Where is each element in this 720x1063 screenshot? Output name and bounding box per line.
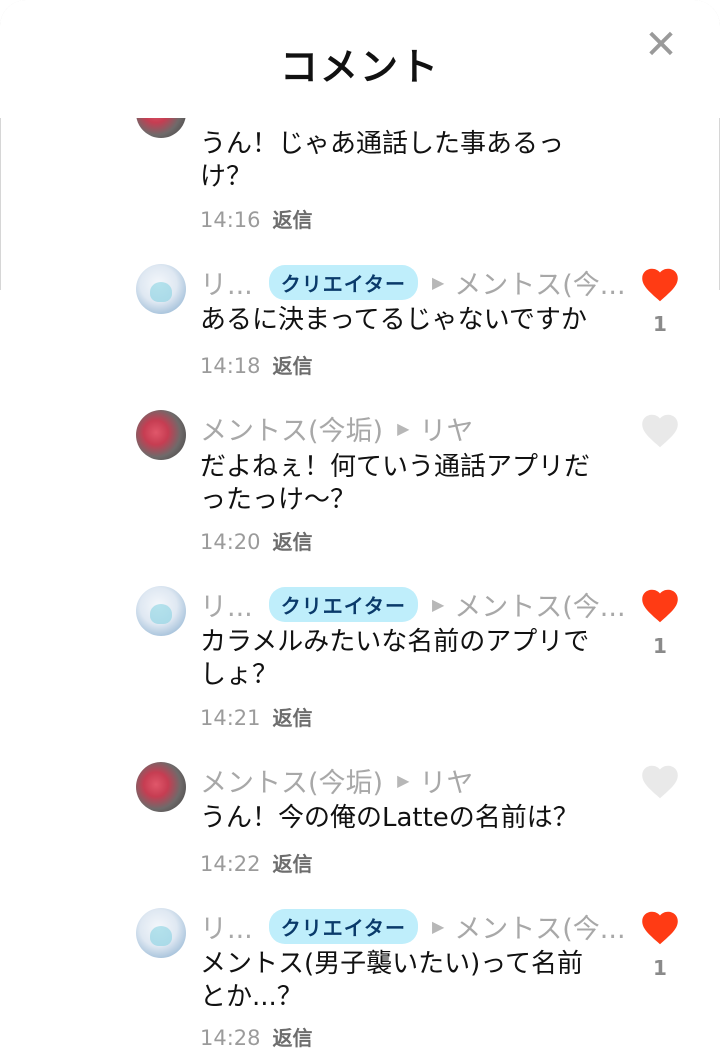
heart-icon[interactable] (641, 911, 679, 945)
comment-time: 14:22 (200, 852, 261, 876)
author-name[interactable]: リ... (200, 263, 253, 302)
comment-meta: 14:16 返信 (200, 204, 313, 233)
comment-meta: 14:21 返信 (200, 702, 313, 731)
comment-meta: 14:28 返信 (200, 1022, 313, 1051)
comment-time: 14:16 (200, 208, 261, 232)
reply-arrow-icon: ▶ (431, 594, 445, 614)
page-title: コメント (279, 45, 440, 89)
close-icon: ✕ (644, 22, 678, 68)
author-name[interactable]: メントス(今垢) (200, 409, 383, 448)
reply-button[interactable]: 返信 (273, 526, 313, 555)
like-count: 1 (653, 312, 667, 336)
like-count: 1 (653, 634, 667, 658)
reply-button[interactable]: 返信 (273, 350, 313, 379)
reply-target-name[interactable]: リヤ (419, 409, 473, 448)
reply-arrow-icon: ▶ (397, 770, 410, 790)
comment-text: メントス(男子襲いたい)って名前 とか...？ (200, 949, 583, 1012)
comment-meta: 14:20 返信 (200, 526, 313, 555)
comment-text: カラメルみたいな名前のアプリで しょ？ (200, 627, 590, 690)
reply-arrow-icon: ▶ (431, 272, 445, 292)
avatar[interactable] (136, 264, 186, 314)
avatar[interactable] (136, 410, 186, 460)
comment-text: うん！じゃあ通話した事あるっ け？ (200, 129, 565, 192)
comment-header: メントス(今垢) ▶ リヤ (200, 760, 473, 800)
heart-icon[interactable] (641, 268, 679, 302)
reply-target-name[interactable]: メントス(今... (454, 907, 625, 946)
comment-header: リ... クリエイター ▶ メントス(今... (200, 584, 626, 624)
comment-list[interactable]: うん！じゃあ通話した事あるっ け？ 14:16 返信 リ... クリエイター ▶… (0, 0, 720, 1063)
comment-header: メントス(今垢) ▶ リヤ (200, 408, 473, 448)
reply-button[interactable]: 返信 (273, 1022, 313, 1051)
comment-time: 14:28 (200, 1026, 261, 1050)
like-count: 1 (653, 956, 667, 980)
reply-target-name[interactable]: リヤ (419, 761, 473, 800)
comment-header: リ... クリエイター ▶ メントス(今... (200, 906, 626, 946)
comment-meta: 14:18 返信 (200, 350, 313, 379)
close-button[interactable]: ✕ (634, 18, 688, 72)
comment-text: だよねぇ！何ていう通話アプリだ ったっけ〜？ (200, 452, 591, 515)
reply-arrow-icon: ▶ (431, 916, 445, 936)
comment-sheet: うん！じゃあ通話した事あるっ け？ 14:16 返信 リ... クリエイター ▶… (0, 0, 720, 1063)
reply-button[interactable]: 返信 (273, 848, 313, 877)
reply-button[interactable]: 返信 (273, 702, 313, 731)
avatar[interactable] (136, 908, 186, 958)
reply-target-name[interactable]: メントス(今... (454, 263, 625, 302)
heart-outline-icon[interactable] (641, 765, 679, 799)
reply-arrow-icon: ▶ (397, 418, 410, 438)
comment-meta: 14:22 返信 (200, 848, 313, 877)
creator-badge: クリエイター (268, 586, 418, 622)
reply-target-name[interactable]: メントス(今... (454, 585, 625, 624)
heart-icon[interactable] (641, 589, 679, 623)
comment-header: リ... クリエイター ▶ メントス(今... (200, 262, 626, 302)
comment-time: 14:18 (200, 354, 261, 378)
comment-time: 14:20 (200, 530, 261, 554)
sheet-header: コメント ✕ (0, 0, 720, 118)
author-name[interactable]: リ... (200, 585, 253, 624)
avatar[interactable] (136, 586, 186, 636)
author-name[interactable]: リ... (200, 907, 253, 946)
comment-time: 14:21 (200, 706, 261, 730)
comment-text: うん！今の俺のLatteの名前は？ (200, 803, 579, 833)
author-name[interactable]: メントス(今垢) (200, 761, 383, 800)
comment-text: あるに決まってるじゃないですか (200, 305, 587, 335)
heart-outline-icon[interactable] (641, 414, 679, 448)
creator-badge: クリエイター (268, 264, 418, 300)
avatar[interactable] (136, 762, 186, 812)
reply-button[interactable]: 返信 (273, 204, 313, 233)
creator-badge: クリエイター (268, 908, 418, 944)
